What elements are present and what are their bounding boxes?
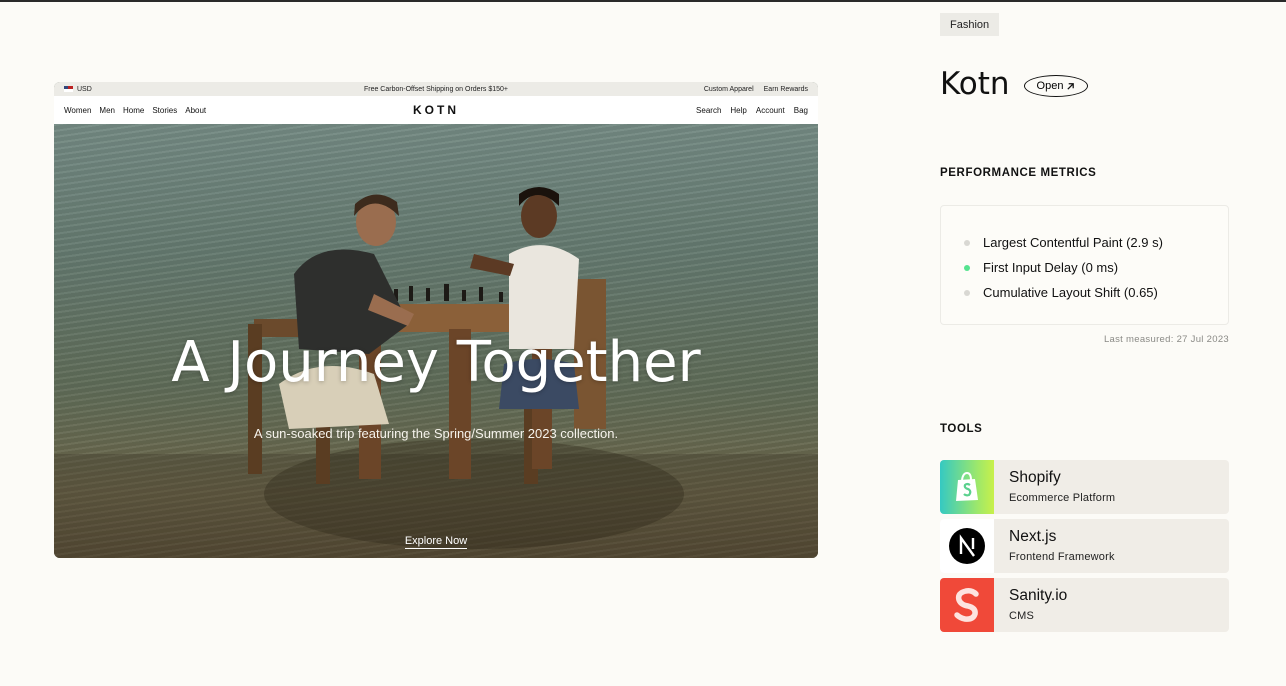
site-title: Kotn [940, 66, 1010, 102]
tool-shopify[interactable]: Shopify Ecommerce Platform [940, 460, 1229, 514]
custom-apparel-link[interactable]: Custom Apparel [704, 86, 754, 93]
us-flag-icon [64, 86, 73, 92]
status-dot-icon [964, 264, 970, 271]
nav-stories[interactable]: Stories [152, 106, 177, 115]
explore-now-button[interactable]: Explore Now [404, 535, 468, 549]
nav-help[interactable]: Help [730, 106, 746, 115]
last-measured: Last measured: 27 Jul 2023 [1103, 334, 1229, 345]
nav-home[interactable]: Home [123, 106, 144, 115]
arrow-up-right-icon [1067, 82, 1075, 90]
nav-account[interactable]: Account [756, 106, 785, 115]
currency-selector[interactable]: USD [64, 86, 92, 93]
hero-subtitle: A sun-soaked trip featuring the Spring/S… [253, 426, 619, 441]
metric-cls: Cumulative Layout Shift (0.65) [941, 280, 1228, 305]
performance-metrics-heading: PERFORMANCE METRICS [940, 167, 1097, 179]
metric-lcp: Largest Contentful Paint (2.9 s) [941, 230, 1228, 255]
tool-category: Frontend Framework [1009, 551, 1115, 563]
nav-search[interactable]: Search [696, 106, 721, 115]
shipping-announcement: Free Carbon-Offset Shipping on Orders $1… [363, 85, 509, 93]
site-navigation: Women Men Home Stories About KOTN Search… [54, 96, 818, 124]
site-logo[interactable]: KOTN [413, 103, 459, 117]
category-tag[interactable]: Fashion [940, 13, 1000, 36]
nextjs-icon [940, 519, 994, 573]
shopify-icon [940, 460, 994, 514]
nav-women[interactable]: Women [64, 106, 91, 115]
open-site-button[interactable]: Open [1024, 75, 1088, 97]
announcement-bar: USD Free Carbon-Offset Shipping on Order… [54, 82, 818, 96]
tool-name: Shopify [1009, 469, 1061, 486]
nav-about[interactable]: About [185, 106, 206, 115]
metric-label: Cumulative Layout Shift (0.65) [983, 285, 1158, 300]
sanity-icon [940, 578, 994, 632]
explore-now-link: Explore Now [54, 535, 818, 549]
tool-category: Ecommerce Platform [1009, 492, 1116, 504]
metric-label: Largest Contentful Paint (2.9 s) [983, 235, 1163, 250]
metric-fid: First Input Delay (0 ms) [941, 255, 1228, 280]
tool-sanity[interactable]: Sanity.io CMS [940, 578, 1229, 632]
performance-metrics-card: Largest Contentful Paint (2.9 s) First I… [940, 205, 1229, 325]
site-preview[interactable]: USD Free Carbon-Offset Shipping on Order… [54, 82, 818, 558]
earn-rewards-link[interactable]: Earn Rewards [764, 86, 808, 93]
tool-category: CMS [1009, 610, 1035, 622]
hero-title: A Journey Together [171, 330, 701, 395]
nav-men[interactable]: Men [99, 106, 115, 115]
metric-label: First Input Delay (0 ms) [983, 260, 1119, 275]
tool-name: Next.js [1009, 528, 1057, 545]
nav-bag[interactable]: Bag [794, 106, 808, 115]
tool-name: Sanity.io [1009, 587, 1068, 604]
tool-nextjs[interactable]: Next.js Frontend Framework [940, 519, 1229, 573]
open-label: Open [1036, 80, 1064, 92]
status-dot-icon [964, 289, 970, 296]
status-dot-icon [964, 239, 970, 246]
top-divider [0, 0, 1286, 2]
currency-label: USD [77, 85, 92, 93]
tools-heading: TOOLS [940, 423, 983, 435]
hero-banner: A Journey Together A sun-soaked trip fea… [54, 124, 818, 558]
